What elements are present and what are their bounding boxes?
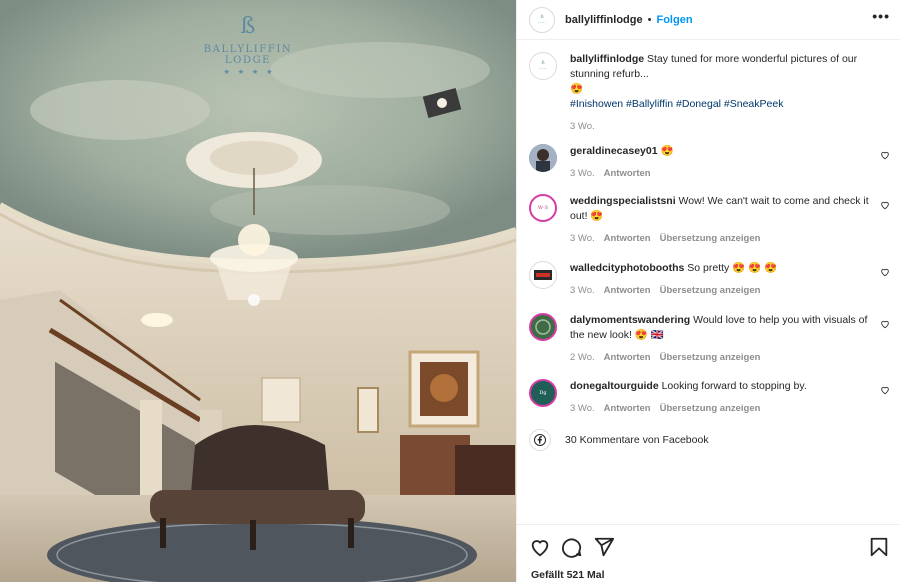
comment-body: weddingspecialistsni Wow! We can't wait …	[570, 194, 890, 246]
caption-body: ballyliffinlodge Stay tuned for more won…	[570, 52, 890, 134]
reply-button[interactable]: Antworten	[604, 350, 651, 365]
translate-button[interactable]: Übersetzung anzeigen	[660, 350, 761, 365]
heart-icon[interactable]	[880, 385, 890, 395]
facebook-icon	[529, 429, 551, 451]
comment-item: W·S weddingspecialistsni Wow! We can't w…	[529, 194, 890, 246]
comment-body: dalymomentswandering Would love to help …	[570, 313, 890, 365]
translate-button[interactable]: Übersetzung anzeigen	[660, 231, 761, 246]
heart-icon[interactable]	[880, 319, 890, 329]
commenter-avatar[interactable]	[529, 313, 557, 341]
reply-button[interactable]: Antworten	[604, 283, 651, 298]
profile-logo-icon: ß ·····	[538, 13, 546, 26]
facebook-comments-row[interactable]: 30 Kommentare von Facebook	[529, 429, 709, 451]
comment-text: 😍	[660, 145, 674, 157]
story-ring-logo-icon: W·S	[537, 205, 549, 211]
heart-icon[interactable]	[880, 267, 890, 277]
translate-button[interactable]: Übersetzung anzeigen	[660, 283, 761, 298]
post-header: ß ····· ballyliffinlodge • Folgen •••	[517, 0, 900, 40]
commenter-avatar[interactable]: W·S	[529, 194, 557, 222]
comment-item: geraldinecasey01 😍 3 Wo. Antworten	[529, 144, 890, 181]
caption-hashtags[interactable]: #Inishowen #Ballyliffin #Donegal #SneakP…	[570, 98, 783, 110]
likes-count[interactable]: Gefällt 521 Mal	[531, 569, 605, 581]
comment-username[interactable]: walledcityphotobooths	[570, 262, 684, 274]
post-photo[interactable]: ß BALLYLIFFIN LODGE ★★★★	[0, 0, 516, 582]
wreath-logo-icon	[535, 319, 551, 335]
bookmark-icon[interactable]	[868, 536, 890, 558]
facebook-comments-label[interactable]: 30 Kommentare von Facebook	[565, 434, 709, 446]
comment-body: walledcityphotobooths So pretty 😍 😍 😍 3 …	[570, 261, 890, 298]
comment-username[interactable]: dalymomentswandering	[570, 314, 690, 326]
caption-avatar[interactable]: ß ·····	[529, 52, 557, 80]
header-username[interactable]: ballyliffinlodge	[565, 14, 643, 26]
header-separator: •	[647, 13, 652, 26]
heart-icon[interactable]	[880, 200, 890, 210]
logo-mark: ß	[240, 14, 256, 39]
reply-button[interactable]: Antworten	[604, 231, 651, 246]
comment-body: donegaltourguide Looking forward to stop…	[570, 379, 890, 416]
commenter-avatar[interactable]: Dg	[529, 379, 557, 407]
comment-username[interactable]: geraldinecasey01	[570, 145, 658, 157]
profile-logo-icon: ß ·····	[539, 60, 547, 72]
comment-username[interactable]: donegaltourguide	[570, 380, 659, 392]
logo-name: BALLYLIFFIN LODGE	[203, 44, 293, 66]
post-action-bar: Gefällt 521 Mal	[517, 524, 900, 582]
comment-text: So pretty 😍 😍 😍	[687, 262, 778, 274]
comment-time[interactable]: 3 Wo.	[570, 166, 595, 181]
reply-button[interactable]: Antworten	[604, 166, 651, 181]
heart-icon[interactable]	[529, 536, 551, 558]
hotel-lobby-image	[0, 0, 516, 582]
tourguide-logo-icon: Dg	[539, 390, 547, 396]
comments-list[interactable]: ß ····· ballyliffinlodge Stay tuned for m…	[517, 41, 900, 525]
comment-time[interactable]: 3 Wo.	[570, 401, 595, 416]
hotel-logo: ß BALLYLIFFIN LODGE ★★★★	[188, 14, 308, 76]
post-side-panel: ß ····· ballyliffinlodge • Folgen ••• ß ··…	[516, 0, 900, 582]
more-options-icon[interactable]: •••	[872, 8, 890, 24]
photobooth-logo-icon	[534, 270, 552, 280]
translate-button[interactable]: Übersetzung anzeigen	[660, 401, 761, 416]
comment-username[interactable]: weddingspecialistsni	[570, 195, 676, 207]
follow-button[interactable]: Folgen	[656, 14, 692, 26]
comment-item: dalymomentswandering Would love to help …	[529, 313, 890, 365]
commenter-avatar[interactable]	[529, 261, 557, 289]
heart-icon[interactable]	[880, 150, 890, 160]
comment-time[interactable]: 2 Wo.	[570, 350, 595, 365]
comment-item: walledcityphotobooths So pretty 😍 😍 😍 3 …	[529, 261, 890, 298]
profile-avatar[interactable]: ß ·····	[529, 6, 555, 33]
reply-button[interactable]: Antworten	[604, 401, 651, 416]
comment-text: Looking forward to stopping by.	[661, 380, 807, 392]
share-icon[interactable]	[593, 536, 615, 558]
caption-emoji: 😍	[570, 83, 584, 95]
comment-time[interactable]: 3 Wo.	[570, 283, 595, 298]
comment-icon[interactable]	[561, 536, 583, 558]
comment-time[interactable]: 3 Wo.	[570, 231, 595, 246]
commenter-avatar[interactable]	[529, 144, 557, 172]
caption-row: ß ····· ballyliffinlodge Stay tuned for m…	[529, 52, 890, 134]
caption-username[interactable]: ballyliffinlodge	[570, 53, 644, 65]
comment-body: geraldinecasey01 😍 3 Wo. Antworten	[570, 144, 890, 181]
logo-stars: ★★★★	[223, 69, 281, 76]
caption-time[interactable]: 3 Wo.	[570, 119, 595, 134]
comment-item: Dg donegaltourguide Looking forward to s…	[529, 379, 890, 416]
